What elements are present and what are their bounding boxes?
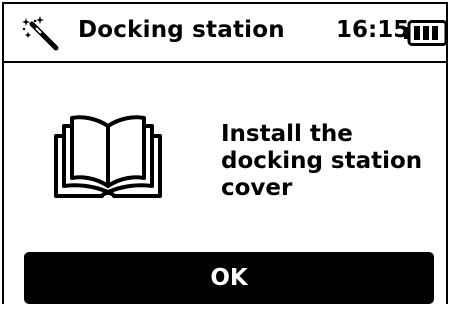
magic-wand-icon bbox=[22, 16, 59, 51]
manual-book-icon bbox=[54, 115, 162, 198]
screen: Docking station 16:15 Install the dockin… bbox=[2, 2, 448, 304]
clock-time: 16:15 bbox=[336, 17, 410, 43]
ok-button[interactable]: OK bbox=[24, 252, 434, 304]
instruction-text: Install the docking station cover bbox=[221, 121, 423, 201]
battery-full-icon bbox=[404, 20, 448, 46]
ok-button-label: OK bbox=[210, 265, 248, 291]
header-bar: Docking station 16:15 bbox=[4, 4, 448, 63]
page-title: Docking station bbox=[78, 17, 285, 43]
